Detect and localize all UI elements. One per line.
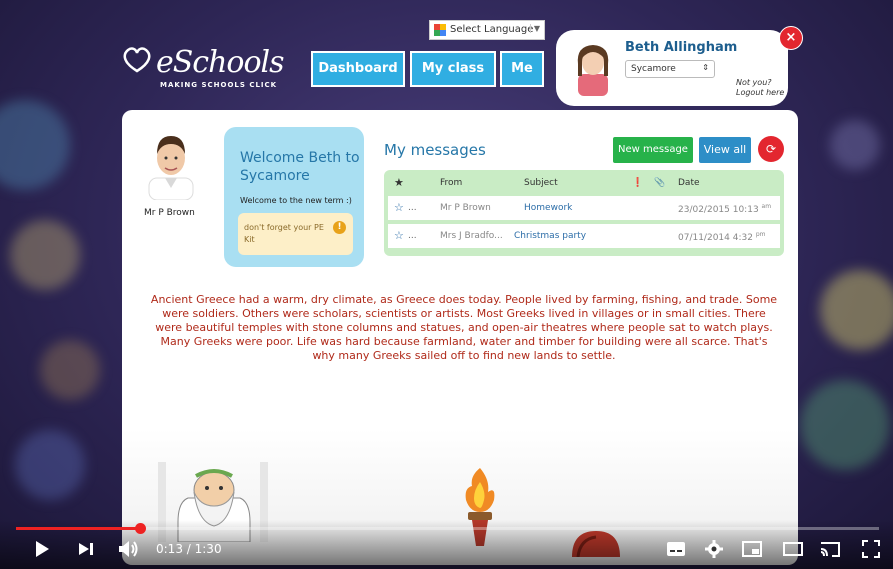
teacher-name: Mr P Brown [144,208,195,218]
theater-mode-icon[interactable] [783,541,803,557]
logo-tagline: MAKING SCHOOLS CLICK [160,81,278,89]
row-date: 07/11/2014 4:32 pm [678,231,765,243]
fullscreen-icon[interactable] [862,540,880,558]
row-dots: ... [408,203,417,213]
welcome-subtitle: Welcome to the new term :) [240,196,352,205]
google-translate-icon [434,24,446,36]
current-time: 0:13 [156,542,183,556]
video-time: 0:13 / 1:30 [156,542,222,556]
logo-mark-icon [123,47,151,73]
class-select-value: Sycamore [631,64,676,74]
row-date-ampm: pm [755,231,766,238]
row-date-ampm: am [761,203,772,210]
table-row[interactable]: ☆ ... Mrs J Bradfo... Christmas party 07… [388,224,780,248]
refresh-icon[interactable]: ⟳ [758,136,784,162]
row-dots: ... [408,231,417,241]
not-you-text: Not you? [736,78,772,87]
welcome-title: Welcome Beth to Sycamore [240,150,360,184]
duration: 1:30 [194,542,222,556]
logout-text: Logout here [736,88,785,97]
row-from: Mr P Brown [440,203,491,213]
subtitles-icon[interactable] [666,541,686,557]
next-icon[interactable] [78,542,94,556]
user-name: Beth Allingham [625,40,738,55]
chevron-down-icon: ▼ [529,24,540,33]
class-select[interactable]: Sycamore ⇕ [625,60,715,78]
logo-name: eSchools [156,45,285,80]
language-select[interactable]: Select Language ▼ [429,20,545,40]
row-date: 23/02/2015 10:13 am [678,203,771,215]
exclamation-icon: ! [333,221,346,234]
row-from: Mrs J Bradfo... [440,231,503,241]
reminder-text: don't forget your PE Kit [244,223,324,244]
background-bokeh [830,120,880,170]
video-progress-bar[interactable] [16,523,879,534]
background-bokeh [0,100,70,190]
row-subject[interactable]: Christmas party [514,231,586,241]
nav-my-class-button[interactable]: My class [410,51,496,87]
attachment-header-icon: 📎 [654,178,666,188]
star-outline-icon[interactable]: ☆ [394,229,404,242]
background-bokeh [800,380,890,470]
nav-me-button[interactable]: Me [500,51,544,87]
select-arrows-icon: ⇕ [702,63,709,72]
miniplayer-icon[interactable] [742,541,762,557]
cast-icon[interactable] [820,541,840,557]
logout-link[interactable]: Not you? Logout here [736,78,784,98]
nav-dashboard-button[interactable]: Dashboard [311,51,405,87]
background-bokeh [40,340,100,400]
story-text: Ancient Greece had a warm, dry climate, … [150,293,778,362]
settings-gear-icon[interactable] [705,540,723,558]
video-progress-fill [16,527,141,530]
reminder-note: don't forget your PE Kit ! [238,213,353,255]
play-icon[interactable] [34,540,50,558]
volume-icon[interactable] [118,540,140,558]
column-header-from: From [440,178,463,188]
close-icon[interactable]: × [779,26,803,50]
welcome-bubble: Welcome Beth to Sycamore Welcome to the … [224,127,364,267]
background-bokeh [15,430,85,500]
messages-title: My messages [384,141,486,159]
column-header-subject: Subject [524,178,558,188]
background-bokeh [820,270,893,350]
messages-table-header: ★ From Subject ❗ 📎 Date [384,170,784,196]
teacher-avatar [148,136,194,200]
table-row[interactable]: ☆ ... Mr P Brown Homework 23/02/2015 10:… [388,196,780,220]
language-select-label: Select Language [450,24,534,35]
row-subject[interactable]: Homework [524,203,572,213]
background-bokeh [10,220,80,290]
column-header-date: Date [678,178,700,188]
user-avatar[interactable] [570,40,616,96]
view-all-button[interactable]: View all [699,137,751,163]
row-date-value: 07/11/2014 4:32 [678,233,753,243]
new-message-button[interactable]: New message [613,137,693,163]
row-date-value: 23/02/2015 10:13 [678,205,759,215]
priority-header-icon: ❗ [632,178,644,188]
messages-table: ★ From Subject ❗ 📎 Date ☆ ... Mr P Brown… [384,170,784,256]
star-header-icon: ★ [394,176,404,189]
user-card: Beth Allingham Sycamore ⇕ Not you? Logou… [556,30,788,106]
time-separator: / [182,542,195,556]
star-outline-icon[interactable]: ☆ [394,201,404,214]
